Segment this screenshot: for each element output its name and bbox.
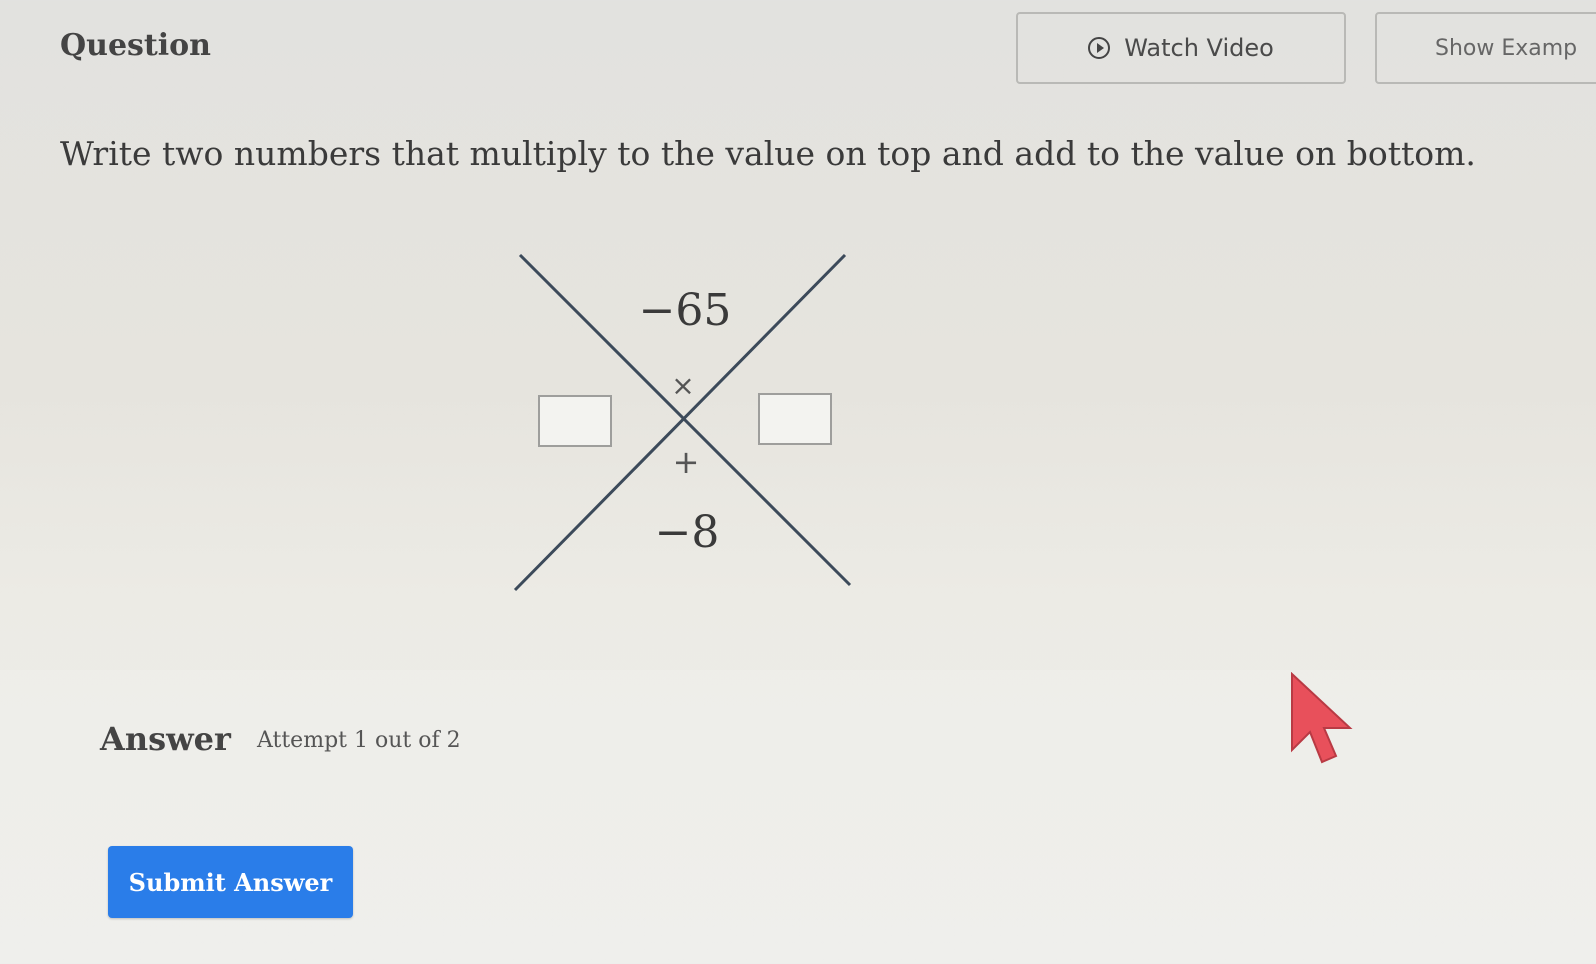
submit-answer-button[interactable]: Submit Answer [108,846,353,918]
attempt-counter: Attempt 1 out of 2 [257,728,461,753]
sum-value: −8 [655,507,720,558]
plus-symbol: + [673,443,700,481]
question-label: Question [60,28,211,63]
show-example-button[interactable]: Show Examp [1375,12,1596,84]
mouse-pointer-icon [1291,672,1353,764]
answer-label: Answer [100,720,231,758]
play-circle-icon [1088,37,1111,59]
show-example-label: Show Examp [1435,35,1578,61]
multiply-symbol: × [671,369,694,402]
product-value: −65 [639,285,732,336]
right-number-input[interactable] [758,393,832,445]
watch-video-button[interactable]: Watch Video [1016,12,1346,84]
x-factor-diagram: −65 × + −8 [500,245,880,605]
question-instruction: Write two numbers that multiply to the v… [60,134,1476,173]
watch-video-label: Watch Video [1124,34,1274,62]
left-number-input[interactable] [538,395,612,447]
